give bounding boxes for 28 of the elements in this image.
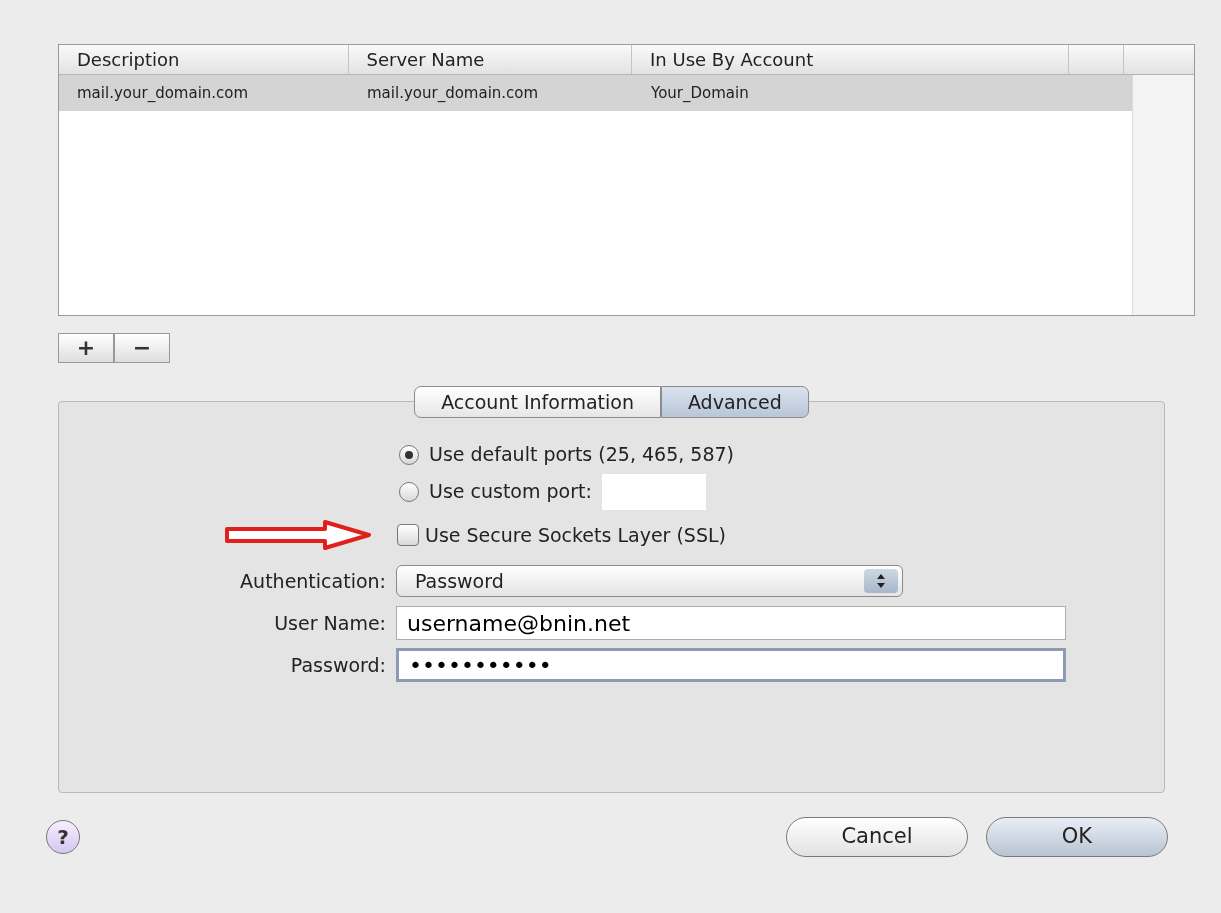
table-cell-text: mail.your_domain.com (76, 82, 250, 104)
table-cell-text: Your_Domain (650, 82, 750, 104)
ok-button[interactable]: OK (986, 817, 1168, 857)
column-header[interactable]: Description (59, 45, 349, 74)
radio-label: Use default ports (25, 465, 587) (429, 442, 734, 468)
port-field[interactable] (601, 473, 706, 510)
checkbox-label: Use Secure Sockets Layer (SSL) (425, 522, 726, 548)
column-header[interactable]: In Use By Account (632, 45, 1070, 74)
username-field[interactable]: username@bnin.net (396, 606, 1066, 640)
remove-button[interactable]: − (114, 333, 170, 363)
radio-button[interactable] (399, 444, 419, 465)
authentication-select[interactable]: Password (396, 565, 903, 597)
radio-button[interactable] (399, 481, 419, 502)
help-button[interactable]: ? (46, 820, 80, 854)
field-label: User Name: (273, 610, 386, 636)
field-label: Password: (289, 652, 386, 678)
column-header[interactable]: Server Name (348, 45, 632, 74)
table-row[interactable]: mail.your_domain.com mail.your_domain.com Your_Domain (59, 75, 1132, 111)
password-field[interactable]: ••••••••••• (396, 648, 1066, 682)
field-label: Authentication: (239, 568, 386, 594)
stepper-arrows-icon (864, 569, 898, 593)
table-cell-text: mail.your_domain.com (366, 82, 540, 104)
radio-label: Use custom port: (429, 479, 592, 505)
tab[interactable]: Account Information (414, 386, 661, 418)
checkbox[interactable] (397, 524, 419, 546)
tab[interactable]: Advanced (660, 386, 809, 418)
add-button[interactable]: + (58, 333, 114, 363)
cancel-button[interactable]: Cancel (786, 817, 968, 857)
